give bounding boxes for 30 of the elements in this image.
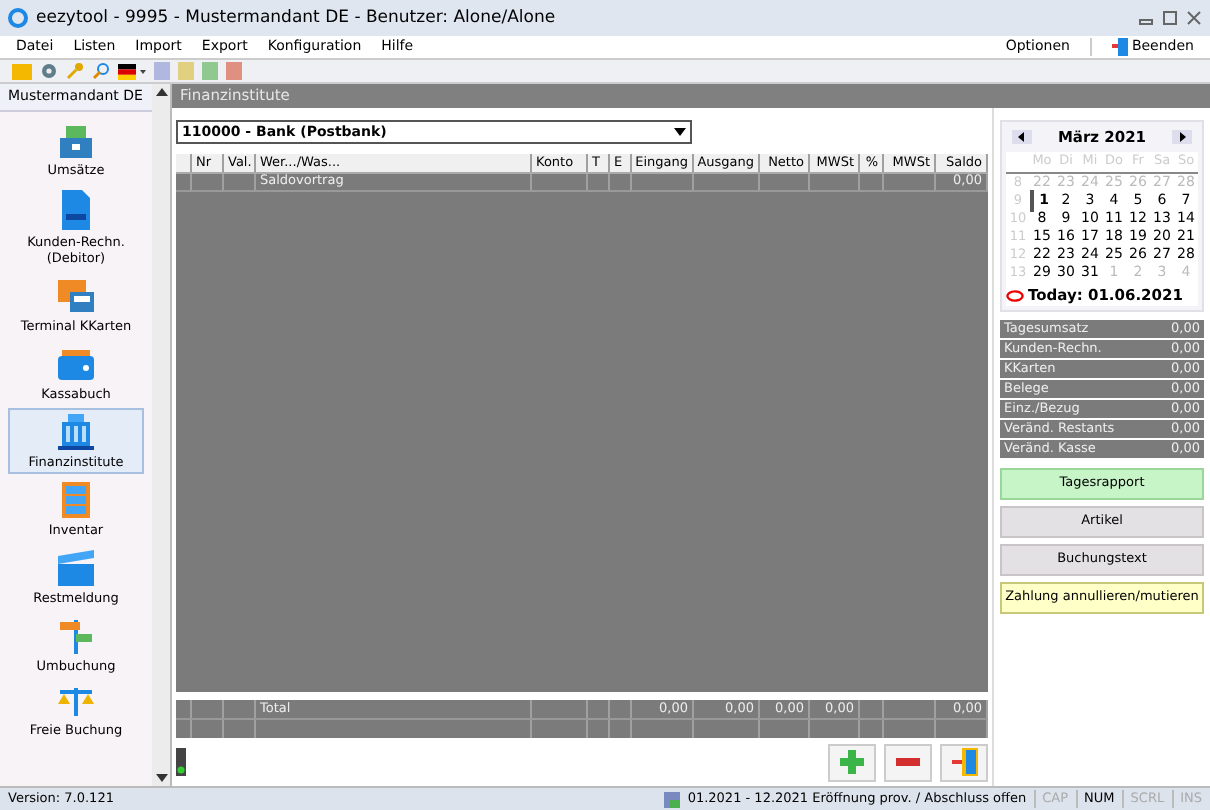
remove-button[interactable] bbox=[884, 743, 932, 781]
search-icon[interactable] bbox=[92, 62, 110, 80]
dropdown-caret-icon[interactable] bbox=[674, 128, 686, 136]
database-icon bbox=[663, 791, 680, 807]
gear-icon[interactable] bbox=[40, 62, 58, 80]
exit-door-icon bbox=[1111, 38, 1128, 56]
traffic-light-icon bbox=[176, 748, 186, 776]
scales-icon bbox=[56, 684, 96, 720]
exit-door-icon bbox=[951, 748, 977, 776]
app-logo-icon bbox=[8, 8, 28, 28]
maximize-icon[interactable] bbox=[1162, 10, 1178, 26]
minus-icon bbox=[896, 758, 920, 766]
signpost-icon bbox=[56, 616, 96, 656]
scrollbar[interactable] bbox=[152, 84, 170, 786]
shelf-icon bbox=[56, 480, 96, 520]
close-icon[interactable] bbox=[1186, 10, 1202, 26]
bank-building-icon bbox=[56, 412, 96, 452]
next-month-icon[interactable] bbox=[1171, 130, 1192, 145]
clapperboard-icon bbox=[54, 548, 98, 588]
previous-month-icon[interactable] bbox=[1012, 130, 1032, 145]
plus-icon bbox=[840, 750, 864, 774]
add-button[interactable] bbox=[828, 743, 876, 781]
today-marker-icon bbox=[1006, 289, 1024, 302]
wallet-icon bbox=[56, 344, 96, 384]
card-terminal-icon bbox=[56, 276, 96, 316]
flag-icon[interactable] bbox=[118, 63, 146, 79]
exit-button[interactable] bbox=[940, 743, 988, 781]
cash-register-icon bbox=[56, 120, 96, 160]
window-title: eezytool - 9995 - Mustermandant DE - Benutzer: Alone/Alone bbox=[36, 5, 558, 31]
document-icon bbox=[56, 188, 96, 232]
